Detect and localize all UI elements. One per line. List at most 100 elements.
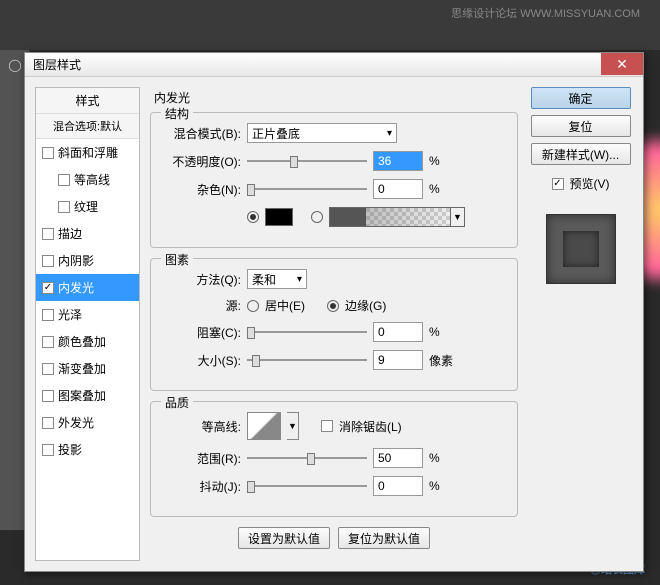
structure-group: 结构 混合模式(B): 正片叠底 不透明度(O): 36 % 杂色(N): 0 … — [150, 112, 518, 248]
style-checkbox[interactable] — [42, 363, 54, 375]
style-checkbox[interactable] — [58, 174, 70, 186]
close-button[interactable]: ✕ — [601, 53, 643, 75]
style-checkbox[interactable] — [42, 444, 54, 456]
style-item[interactable]: 等高线 — [36, 166, 139, 193]
style-label: 颜色叠加 — [58, 333, 106, 350]
contour-picker[interactable] — [247, 412, 281, 440]
style-label: 描边 — [58, 225, 82, 242]
jitter-input[interactable]: 0 — [373, 476, 423, 496]
main-panel: 内发光 结构 混合模式(B): 正片叠底 不透明度(O): 36 % 杂色(N)… — [150, 87, 518, 561]
right-panel: 确定 复位 新建样式(W)... 预览(V) — [528, 87, 633, 561]
new-style-button[interactable]: 新建样式(W)... — [531, 143, 631, 165]
reset-default-button[interactable]: 复位为默认值 — [338, 527, 430, 549]
noise-input[interactable]: 0 — [373, 179, 423, 199]
blend-options-item[interactable]: 混合选项:默认 — [36, 114, 139, 139]
style-item[interactable]: 内发光 — [36, 274, 139, 301]
range-input[interactable]: 50 — [373, 448, 423, 468]
source-edge-radio[interactable] — [327, 300, 339, 312]
style-checkbox[interactable] — [42, 417, 54, 429]
noise-unit: % — [429, 182, 459, 196]
choke-label: 阻塞(C): — [163, 324, 241, 341]
style-label: 纹理 — [74, 198, 98, 215]
technique-label: 方法(Q): — [163, 271, 241, 288]
jitter-slider[interactable] — [247, 479, 367, 493]
opacity-slider[interactable] — [247, 154, 367, 168]
range-slider[interactable] — [247, 451, 367, 465]
opacity-unit: % — [429, 154, 459, 168]
technique-select[interactable]: 柔和 — [247, 269, 307, 289]
styles-header[interactable]: 样式 — [36, 88, 139, 114]
gradient-picker[interactable]: ▼ — [329, 207, 465, 227]
style-checkbox[interactable] — [42, 255, 54, 267]
dialog-title: 图层样式 — [33, 56, 81, 73]
noise-label: 杂色(N): — [163, 181, 241, 198]
antialias-label: 消除锯齿(L) — [339, 418, 402, 435]
elements-group: 图素 方法(Q): 柔和 源: 居中(E) 边缘(G) 阻塞(C): 0 — [150, 258, 518, 391]
size-unit: 像素 — [429, 352, 459, 369]
size-label: 大小(S): — [163, 352, 241, 369]
style-checkbox[interactable] — [42, 309, 54, 321]
contour-dropdown[interactable]: ▼ — [287, 412, 299, 440]
source-center-radio[interactable] — [247, 300, 259, 312]
source-center-label: 居中(E) — [265, 297, 305, 314]
choke-slider[interactable] — [247, 325, 367, 339]
style-checkbox[interactable] — [42, 147, 54, 159]
choke-input[interactable]: 0 — [373, 322, 423, 342]
styles-list: 样式 混合选项:默认 斜面和浮雕等高线纹理描边内阴影内发光光泽颜色叠加渐变叠加图… — [35, 87, 140, 561]
blend-mode-label: 混合模式(B): — [163, 125, 241, 142]
style-item[interactable]: 投影 — [36, 436, 139, 463]
range-label: 范围(R): — [163, 450, 241, 467]
style-label: 内阴影 — [58, 252, 94, 269]
style-label: 斜面和浮雕 — [58, 144, 118, 161]
style-item[interactable]: 颜色叠加 — [36, 328, 139, 355]
blend-mode-select[interactable]: 正片叠底 — [247, 123, 397, 143]
color-swatch[interactable] — [265, 208, 293, 226]
style-checkbox[interactable] — [42, 228, 54, 240]
set-default-button[interactable]: 设置为默认值 — [238, 527, 330, 549]
style-label: 投影 — [58, 441, 82, 458]
watermark-top: 思缘设计论坛 WWW.MISSYUAN.COM — [451, 5, 640, 21]
style-label: 等高线 — [74, 171, 110, 188]
style-item[interactable]: 渐变叠加 — [36, 355, 139, 382]
quality-group: 品质 等高线: ▼ 消除锯齿(L) 范围(R): 50 % 抖动(J): — [150, 401, 518, 517]
color-radio[interactable] — [247, 211, 259, 223]
ok-button[interactable]: 确定 — [531, 87, 631, 109]
range-unit: % — [429, 451, 459, 465]
style-item[interactable]: 斜面和浮雕 — [36, 139, 139, 166]
titlebar[interactable]: 图层样式 ✕ — [25, 53, 643, 77]
style-item[interactable]: 外发光 — [36, 409, 139, 436]
style-item[interactable]: 内阴影 — [36, 247, 139, 274]
layer-style-dialog: 图层样式 ✕ 样式 混合选项:默认 斜面和浮雕等高线纹理描边内阴影内发光光泽颜色… — [24, 52, 644, 572]
gradient-radio[interactable] — [311, 211, 323, 223]
quality-legend: 品质 — [161, 394, 193, 411]
contour-label: 等高线: — [163, 418, 241, 435]
style-label: 图案叠加 — [58, 387, 106, 404]
style-checkbox[interactable] — [42, 336, 54, 348]
panel-title: 内发光 — [150, 87, 518, 112]
source-label: 源: — [163, 297, 241, 314]
style-label: 渐变叠加 — [58, 360, 106, 377]
jitter-label: 抖动(J): — [163, 478, 241, 495]
preview-label: 预览(V) — [570, 175, 610, 192]
source-edge-label: 边缘(G) — [345, 297, 386, 314]
style-checkbox[interactable] — [42, 390, 54, 402]
size-slider[interactable] — [247, 353, 367, 367]
structure-legend: 结构 — [161, 105, 193, 122]
preview-checkbox[interactable] — [552, 178, 564, 190]
style-checkbox[interactable] — [58, 201, 70, 213]
choke-unit: % — [429, 325, 459, 339]
antialias-checkbox[interactable] — [321, 420, 333, 432]
opacity-input[interactable]: 36 — [373, 151, 423, 171]
elements-legend: 图素 — [161, 251, 193, 268]
style-label: 光泽 — [58, 306, 82, 323]
style-item[interactable]: 描边 — [36, 220, 139, 247]
cancel-button[interactable]: 复位 — [531, 115, 631, 137]
style-item[interactable]: 图案叠加 — [36, 382, 139, 409]
style-item[interactable]: 纹理 — [36, 193, 139, 220]
style-label: 外发光 — [58, 414, 94, 431]
noise-slider[interactable] — [247, 182, 367, 196]
style-label: 内发光 — [58, 279, 94, 296]
style-item[interactable]: 光泽 — [36, 301, 139, 328]
style-checkbox[interactable] — [42, 282, 54, 294]
size-input[interactable]: 9 — [373, 350, 423, 370]
